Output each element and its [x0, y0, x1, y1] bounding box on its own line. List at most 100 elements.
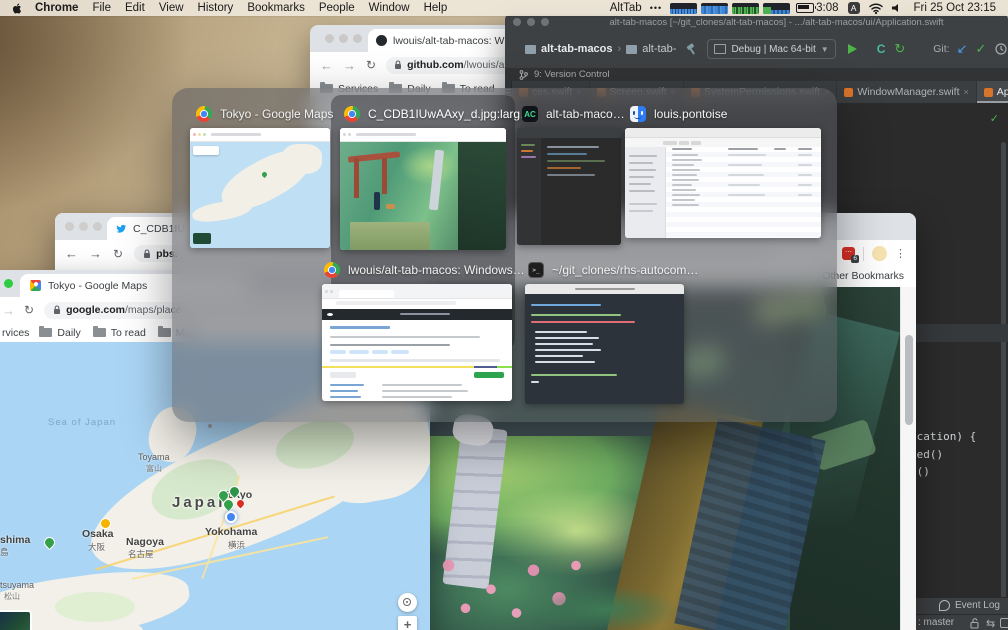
breadcrumb-project[interactable]: alt-tab-macos: [541, 43, 613, 55]
window-item-title[interactable]: >_ ~/git_clones/rhs-autocom…: [528, 262, 698, 278]
input-source-icon[interactable]: A: [847, 2, 860, 14]
minimize-button[interactable]: [527, 18, 535, 26]
reload-icon[interactable]: ↻: [366, 58, 376, 72]
github-favicon: [376, 35, 387, 46]
reload-icon[interactable]: ↻: [113, 247, 123, 261]
more-menu-extra[interactable]: •••: [650, 3, 662, 13]
network-meter-widget[interactable]: [732, 2, 760, 14]
swift-file-icon: [844, 87, 854, 97]
thumb-control: [691, 140, 701, 145]
zoom-button[interactable]: [541, 18, 549, 26]
battery-fill: [798, 5, 810, 9]
event-log-button[interactable]: Event Log: [938, 600, 1000, 611]
menu-item-people[interactable]: People: [319, 2, 355, 14]
menu-item-file[interactable]: File: [92, 2, 111, 14]
run-icon[interactable]: [847, 44, 857, 54]
zoom-button[interactable]: [353, 34, 362, 43]
memory-meter-widget[interactable]: [701, 2, 729, 14]
window-thumbnail-finder[interactable]: [625, 128, 821, 238]
thumb-traffic-light: [193, 133, 196, 136]
close-icon[interactable]: ×: [963, 87, 968, 97]
back-icon[interactable]: ←: [65, 246, 78, 261]
unlock-icon[interactable]: [970, 618, 979, 629]
zoom-button[interactable]: [93, 222, 102, 231]
tokyo-bay: [232, 582, 254, 602]
window-thumbnail-maps[interactable]: [190, 128, 330, 248]
forward-icon[interactable]: →: [2, 303, 15, 318]
bookmark-label[interactable]: To read: [111, 327, 146, 339]
tab-windowmanager-swift[interactable]: WindowManager.swift ×: [837, 81, 977, 103]
menu-clock[interactable]: Fri 25 Oct 23:15: [914, 2, 996, 14]
window-item-title[interactable]: C_CDB1IUwAAxy_d.jpg:larg…: [344, 106, 532, 122]
git-branch-status[interactable]: : master: [918, 617, 954, 628]
tab-application-swift[interactable]: Application.swift: [976, 81, 1008, 103]
bookmark-label[interactable]: rvices: [2, 327, 29, 339]
minimize-button[interactable]: [79, 222, 88, 231]
window-item-title[interactable]: louis.pontoise: [630, 106, 727, 122]
browser-tab[interactable]: lwouis/alt-tab-macos: Wind: [368, 29, 522, 52]
menu-item-bookmarks[interactable]: Bookmarks: [247, 2, 305, 14]
minimize-button[interactable]: [339, 34, 348, 43]
folder-icon: [626, 44, 638, 54]
menu-app-name[interactable]: Chrome: [35, 2, 78, 14]
page-scrollbar[interactable]: [900, 287, 916, 630]
vcs-commit-icon[interactable]: ✓: [976, 41, 987, 57]
satellite-layer-toggle[interactable]: [0, 610, 32, 630]
scrollbar-thumb[interactable]: [905, 335, 913, 425]
run-configuration-select[interactable]: Debug | Mac 64-bit ▼: [707, 39, 836, 59]
inspection-status-icon[interactable]: ✓: [990, 112, 999, 125]
breadcrumb-folder[interactable]: alt-tab-: [642, 43, 676, 55]
window-thumbnail-github[interactable]: [322, 284, 512, 401]
bookmark-label[interactable]: Daily: [57, 327, 80, 339]
vcs-update-icon[interactable]: ↙: [957, 41, 968, 57]
window-item-title[interactable]: Tokyo - Google Maps: [196, 106, 333, 122]
indent-status-icon[interactable]: ⇆: [986, 617, 995, 630]
map-pin-green[interactable]: [41, 534, 58, 551]
coverage-icon[interactable]: ↻: [894, 41, 905, 57]
window-item-title[interactable]: lwouis/alt-tab-macos: Windows…: [324, 262, 525, 278]
reload-icon[interactable]: ↻: [24, 303, 34, 317]
address-bar[interactable]: github.com /lwouis/a: [386, 56, 522, 74]
map-pin-yellow[interactable]: [100, 518, 111, 529]
menu-item-edit[interactable]: Edit: [125, 2, 145, 14]
history-clock-icon[interactable]: [995, 43, 1008, 55]
profile-avatar[interactable]: [872, 246, 887, 261]
zoom-in-button[interactable]: +: [398, 616, 417, 630]
back-icon[interactable]: ←: [320, 58, 333, 73]
menu-item-window[interactable]: Window: [369, 2, 410, 14]
thumb-clone-button: [474, 372, 504, 378]
disk-meter-widget[interactable]: [763, 2, 791, 14]
build-hammer-icon[interactable]: [685, 42, 698, 56]
wifi-icon[interactable]: [868, 2, 883, 14]
my-location-button[interactable]: [398, 593, 417, 612]
version-control-tab[interactable]: 9: Version Control: [534, 69, 610, 80]
close-button[interactable]: [325, 34, 334, 43]
volume-icon[interactable]: [891, 3, 902, 13]
menu-item-help[interactable]: Help: [424, 2, 448, 14]
forward-icon[interactable]: →: [343, 58, 356, 73]
close-button[interactable]: [65, 222, 74, 231]
apple-menu-icon[interactable]: [12, 2, 23, 15]
alttab-menu-extra[interactable]: AltTab: [610, 2, 642, 14]
zoom-button[interactable]: [4, 279, 13, 288]
profile-icon[interactable]: C: [877, 42, 886, 56]
thumb-art: [340, 142, 506, 250]
window-thumbnail-appcode[interactable]: [517, 128, 621, 245]
window-thumbnail-image[interactable]: [340, 128, 506, 250]
cpu-meter-widget[interactable]: [670, 2, 698, 14]
close-button[interactable]: [513, 18, 521, 26]
menu-item-view[interactable]: View: [159, 2, 184, 14]
editor-scrollbar[interactable]: [1001, 142, 1006, 602]
forward-icon[interactable]: →: [89, 246, 102, 261]
chevron-icon: ›: [617, 43, 622, 55]
menu-item-history[interactable]: History: [198, 2, 234, 14]
thumb-term-line: [535, 337, 599, 339]
extension-icon[interactable]: ⋯ 6: [842, 247, 859, 263]
battery-time[interactable]: 3:08: [816, 2, 838, 14]
thumb-term-line: [531, 374, 617, 376]
inspector-profile-icon[interactable]: [1000, 618, 1008, 628]
kebab-menu-icon[interactable]: ⋮: [895, 247, 906, 260]
current-location-dot[interactable]: [225, 511, 237, 523]
window-thumbnail-terminal[interactable]: [525, 284, 684, 404]
window-item-title[interactable]: AC alt-tab-maco…: [522, 106, 625, 122]
